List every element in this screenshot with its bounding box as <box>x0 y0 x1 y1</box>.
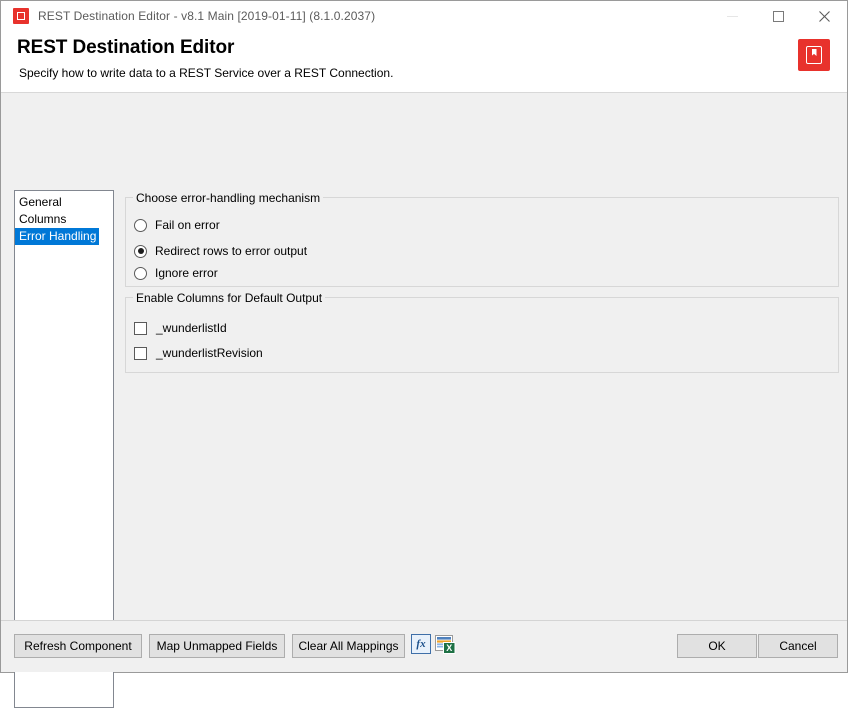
cancel-button[interactable]: Cancel <box>758 634 838 658</box>
checkbox-label: _wunderlistRevision <box>156 346 263 360</box>
sidebar-item-columns[interactable]: Columns <box>15 211 113 228</box>
maximize-icon[interactable] <box>755 1 801 31</box>
checkbox-wunderlistrevision[interactable]: _wunderlistRevision <box>134 345 263 361</box>
radio-label: Redirect rows to error output <box>155 244 308 258</box>
close-icon[interactable] <box>801 1 847 31</box>
checkbox-icon <box>134 321 147 335</box>
error-handling-group: Choose error-handling mechanism Fail on … <box>125 191 839 287</box>
radio-redirect-rows[interactable]: Redirect rows to error output <box>134 243 307 259</box>
error-handling-group-title: Choose error-handling mechanism <box>133 191 324 205</box>
help-book-icon[interactable] <box>798 39 830 71</box>
radio-icon-selected <box>134 244 147 258</box>
radio-fail-on-error[interactable]: Fail on error <box>134 217 220 233</box>
window-controls <box>709 1 847 31</box>
title-bar[interactable]: REST Destination Editor - v8.1 Main [201… <box>1 1 847 31</box>
checkbox-wunderlistid[interactable]: _wunderlistId <box>134 320 227 336</box>
sidebar-item-label: Error Handling <box>15 228 100 245</box>
page-title: REST Destination Editor <box>17 37 235 58</box>
radio-icon <box>134 218 147 232</box>
dialog-body: General Columns Error Handling Choose er… <box>1 93 847 708</box>
window-title: REST Destination Editor - v8.1 Main [201… <box>38 9 376 23</box>
page-subtitle: Specify how to write data to a REST Serv… <box>19 66 394 80</box>
radio-label: Fail on error <box>155 218 220 232</box>
sidebar-item-general[interactable]: General <box>15 194 113 211</box>
sidebar-item-label: General <box>19 195 62 209</box>
expression-fx-icon[interactable]: fx <box>411 634 431 654</box>
book-glyph <box>806 46 822 64</box>
app-icon <box>13 8 29 24</box>
refresh-component-button[interactable]: Refresh Component <box>14 634 142 658</box>
sidebar-item-label: Columns <box>19 212 67 226</box>
radio-ignore-error[interactable]: Ignore error <box>134 265 218 281</box>
default-output-columns-group-title: Enable Columns for Default Output <box>133 291 326 305</box>
radio-icon <box>134 266 147 280</box>
checkbox-icon <box>134 346 147 360</box>
dialog-footer: Refresh Component Map Unmapped Fields Cl… <box>1 620 847 672</box>
svg-text:X: X <box>446 643 452 653</box>
dialog-window: REST Destination Editor - v8.1 Main [201… <box>0 0 848 708</box>
map-unmapped-fields-button[interactable]: Map Unmapped Fields <box>149 634 285 658</box>
clear-all-mappings-button[interactable]: Clear All Mappings <box>292 634 405 658</box>
sidebar-item-error-handling[interactable]: Error Handling <box>15 228 113 245</box>
radio-label: Ignore error <box>155 266 218 280</box>
export-to-excel-icon[interactable]: X <box>435 634 456 654</box>
default-output-columns-group: Enable Columns for Default Output _wunde… <box>125 291 839 373</box>
checkbox-label: _wunderlistId <box>156 321 227 335</box>
dialog-header: REST Destination Editor Specify how to w… <box>1 31 847 93</box>
minimize-icon[interactable] <box>709 1 755 31</box>
ok-button[interactable]: OK <box>677 634 757 658</box>
